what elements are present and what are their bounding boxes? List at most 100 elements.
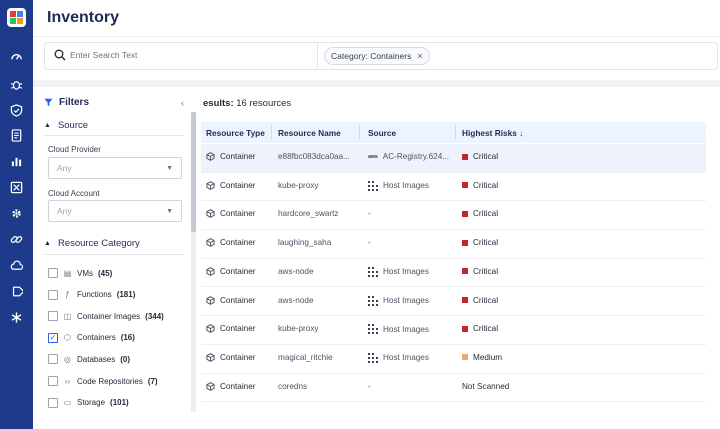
bug-icon[interactable] (9, 77, 24, 92)
cell-resource-type: Container (206, 382, 256, 391)
filter-chip-category[interactable]: Category: Containers × (324, 47, 430, 65)
function-icon: ƒ (65, 290, 70, 300)
link-icon[interactable] (9, 232, 24, 247)
tag-icon[interactable] (9, 284, 24, 299)
cloud-icon[interactable] (9, 258, 24, 273)
document-icon[interactable] (9, 128, 24, 143)
resource-type-text: Container (220, 266, 256, 276)
checkbox[interactable] (48, 376, 58, 386)
cell-resource-name[interactable]: coredns (278, 382, 358, 391)
cell-source: Host Images (368, 324, 454, 335)
container-image-icon: ◫ (63, 311, 72, 321)
category-label: VMs (77, 268, 93, 278)
collapse-panel-chevron-icon[interactable]: ‹ (181, 98, 184, 108)
cell-source: Host Images (368, 352, 454, 363)
cloud-account-value: Any (57, 206, 72, 216)
checkbox[interactable] (48, 354, 58, 365)
app-logo[interactable] (7, 8, 26, 27)
category-item[interactable]: ‹› Code Repositories (7) (48, 376, 158, 386)
cloud-provider-select[interactable]: Any ▼ (48, 157, 182, 179)
cell-resource-name[interactable]: hardcore_swartz (278, 209, 358, 218)
category-count: (45) (98, 268, 113, 278)
column-header-highest-risks[interactable]: Highest Risks ↓ (462, 128, 523, 138)
checkbox[interactable] (48, 397, 58, 408)
asterisk-icon[interactable] (9, 310, 24, 325)
cell-resource-name[interactable]: aws-node (278, 296, 358, 305)
close-icon[interactable]: × (417, 51, 422, 61)
content-band (33, 80, 720, 87)
risk-text: Critical (473, 295, 499, 305)
cell-source: Host Images (368, 266, 454, 277)
page-title: Inventory (47, 9, 120, 26)
risk-indicator (462, 354, 468, 361)
cloud-account-select[interactable]: Any ▼ (48, 200, 182, 222)
category-item[interactable]: ◫ Container Images (344) (48, 311, 164, 322)
filters-header: Filters (44, 97, 89, 108)
risk-indicator (462, 239, 468, 246)
source-text: - (368, 238, 371, 248)
category-label: Code Repositories (77, 376, 143, 386)
cell-source: aws AC-Registry.624... (368, 152, 454, 161)
cell-resource-name[interactable]: aws-node (278, 267, 358, 276)
host-images-icon (368, 180, 378, 191)
column-divider (271, 125, 272, 140)
category-item[interactable]: ✓ ⬡ Containers (16) (48, 332, 135, 343)
container-icon (206, 152, 215, 161)
container-icon (206, 180, 215, 190)
category-item[interactable]: ▤ VMs (45) (48, 268, 112, 278)
container-icon (206, 238, 215, 247)
checkbox[interactable] (48, 289, 58, 300)
cell-resource-name[interactable]: e88fbc083dca0aa... (278, 152, 358, 161)
resource-type-text: Container (220, 238, 256, 248)
filters-scrollbar-thumb[interactable] (191, 112, 196, 232)
checkbox[interactable] (48, 268, 58, 278)
aws-icon: aws (368, 153, 378, 160)
container-icon (206, 295, 215, 305)
risk-indicator (462, 210, 468, 217)
category-item[interactable]: ◎ Databases (0) (48, 354, 130, 365)
resource-type-text: Container (220, 152, 256, 161)
cell-source: - (368, 238, 454, 247)
search-divider (317, 43, 318, 68)
category-item[interactable]: ▭ Storage (101) (48, 397, 129, 408)
cell-resource-type: Container (206, 353, 256, 362)
storage-icon: ▭ (63, 398, 72, 408)
column-divider (359, 125, 360, 140)
section-resource-category-title: Resource Category (57, 238, 140, 249)
code-icon: ‹› (64, 376, 71, 386)
filters-title: Filters (59, 97, 90, 108)
risk-indicator (462, 325, 468, 332)
cell-source: - (368, 382, 454, 391)
chevron-down-icon: ▼ (166, 207, 173, 215)
section-source-toggle[interactable]: ▲ Source (44, 120, 88, 131)
container-icon: ⬡ (64, 333, 71, 343)
risk-text: Medium (473, 352, 503, 362)
cell-resource-name[interactable]: magical_ritchie (278, 353, 358, 362)
box-icon[interactable] (9, 180, 24, 195)
dashboard-icon[interactable] (9, 49, 24, 64)
host-images-icon (368, 266, 378, 277)
source-text: Host Images (383, 267, 429, 277)
shield-check-icon[interactable] (9, 103, 24, 118)
category-label: Functions (77, 290, 112, 300)
cell-resource-type: Container (206, 296, 256, 305)
bar-chart-icon[interactable] (9, 154, 24, 169)
gear-icon[interactable] (9, 206, 24, 221)
column-header-resource-name[interactable]: Resource Name (278, 128, 341, 138)
results-label: esults: (203, 98, 234, 109)
checkbox-checked[interactable]: ✓ (48, 332, 58, 343)
cell-resource-name[interactable]: laughing_saha (278, 238, 358, 247)
category-item[interactable]: ƒ Functions (181) (48, 289, 136, 300)
column-header-source[interactable]: Source (368, 128, 396, 138)
cell-source: Host Images (368, 295, 454, 306)
resource-type-text: Container (220, 180, 256, 190)
column-header-resource-type[interactable]: Resource Type (206, 128, 265, 138)
cell-resource-name[interactable]: kube-proxy (278, 181, 358, 190)
search-icon (54, 49, 66, 61)
section-resource-category-toggle[interactable]: ▲ Resource Category (44, 238, 140, 249)
cell-resource-name[interactable]: kube-proxy (278, 324, 358, 333)
category-count: (181) (116, 290, 136, 300)
checkbox[interactable] (48, 311, 58, 322)
search-input[interactable] (70, 46, 310, 64)
cell-resource-type: Container (206, 238, 256, 247)
